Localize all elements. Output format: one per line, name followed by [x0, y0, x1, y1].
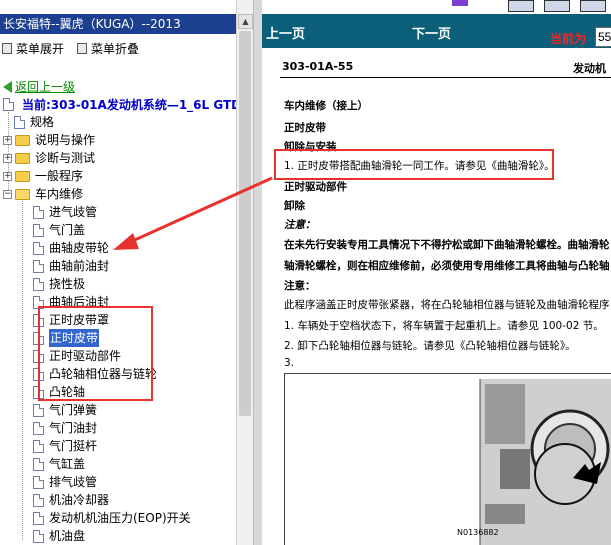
tree-item-child[interactable]: 机油冷却器	[33, 491, 109, 509]
tree-item-child[interactable]: 挠性极	[33, 275, 85, 293]
tree-item-child[interactable]: 排气歧管	[33, 473, 97, 491]
document-icon	[33, 223, 44, 237]
purple-marker-icon	[452, 0, 468, 6]
tree-item-child[interactable]: 气门挺杆	[33, 437, 97, 455]
tree-item-child[interactable]: 曲轴皮带轮	[33, 239, 109, 257]
document-icon	[33, 493, 44, 507]
tree-item-child[interactable]: 气门油封	[33, 419, 97, 437]
document-icon	[33, 259, 44, 273]
tree-item-in-vehicle[interactable]: − 车内维修	[3, 185, 83, 203]
annotation-box-tree	[38, 306, 153, 401]
page-navbar: 上一页 下一页 当前为	[262, 14, 611, 48]
current-page-label: 当前为	[550, 32, 587, 46]
tree-item-child[interactable]: 发动机机油压力(EOP)开关	[33, 509, 191, 527]
tree-item-child[interactable]: 气门弹簧	[33, 401, 97, 419]
document-icon	[3, 98, 14, 111]
document-page: 303-01A-55 发动机 车内维修（接上） 正时皮带 卸除与安装 1. 正时…	[262, 48, 611, 545]
document-icon	[33, 421, 44, 435]
window-title: 长安福特--翼虎（KUGA）--2013	[0, 14, 236, 34]
collapse-all-button[interactable]: 菜单折叠	[77, 40, 139, 57]
figure-id: N0136882	[457, 528, 499, 537]
doc-note-text: 此程序涵盖正时皮带张紧器，将在凸轮轴相位器与链轮及曲轴滑轮程序	[284, 299, 610, 311]
page-number-input[interactable]	[595, 27, 611, 47]
tree-toolbar: 菜单展开 菜单折叠	[0, 40, 236, 58]
document-icon	[33, 529, 44, 543]
back-arrow-icon	[3, 80, 12, 93]
expand-icon	[2, 43, 12, 54]
folder-icon	[15, 170, 30, 182]
doc-step: 2. 卸下凸轮轴相位器与链轮。请参见《凸轮轴相位器与链轮》。	[284, 340, 576, 352]
toolbar-button-icon[interactable]	[544, 0, 570, 12]
engine-illustration-icon	[479, 379, 611, 545]
toolbar-button-icon[interactable]	[580, 0, 606, 12]
folder-icon	[15, 134, 30, 146]
doc-section: 发动机	[573, 62, 606, 75]
collapse-toggle-icon[interactable]: −	[3, 189, 12, 199]
current-node: 当前:303-01A发动机系统—1_6L GTDI	[3, 96, 236, 113]
scroll-thumb[interactable]	[239, 31, 251, 416]
tree-item-child[interactable]: 机油盘	[33, 527, 85, 545]
tree-pane: 长安福特--翼虎（KUGA）--2013 菜单展开 菜单折叠 返回上一级 当前:…	[0, 0, 236, 545]
tree-item-child[interactable]: 进气歧管	[33, 203, 97, 221]
doc-caution-text: 轴滑轮螺栓，则在相应维修前，必须使用专用维修工具将曲轴与凸轮轴	[284, 260, 610, 272]
doc-caution-text: 在未先行安装专用工具情况下不得拧松或卸下曲轴滑轮螺栓。曲轴滑轮	[284, 239, 610, 251]
next-page-button[interactable]: 下一页	[412, 23, 451, 42]
tree-item-diagnosis[interactable]: + 诊断与测试	[3, 149, 95, 167]
expand-all-button[interactable]: 菜单展开	[2, 40, 64, 57]
engine-figure: N0136882	[284, 373, 611, 545]
open-folder-icon	[15, 188, 30, 200]
doc-caution-label: 注意：	[284, 219, 316, 231]
tree-item-child[interactable]: 曲轴前油封	[33, 257, 109, 275]
doc-id: 303-01A-55	[282, 60, 354, 73]
toolbar-button-icon[interactable]	[508, 0, 534, 12]
document-icon	[33, 457, 44, 471]
document-icon	[14, 115, 25, 129]
tree-item-general[interactable]: + 一般程序	[3, 167, 83, 185]
back-link[interactable]: 返回上一级	[3, 78, 75, 95]
prev-page-button[interactable]: 上一页	[266, 23, 305, 42]
top-toolbar-strip	[262, 0, 611, 14]
scroll-up-icon[interactable]: ▲	[238, 14, 253, 29]
tree-item-child[interactable]: 气缸盖	[33, 455, 85, 473]
document-icon	[33, 205, 44, 219]
expand-toggle-icon[interactable]: +	[3, 153, 12, 163]
expand-toggle-icon[interactable]: +	[3, 171, 12, 181]
tree-item-description[interactable]: + 说明与操作	[3, 131, 95, 149]
doc-heading: 卸除	[284, 200, 305, 212]
document-icon	[33, 277, 44, 291]
doc-step: 3.	[284, 357, 295, 369]
document-icon	[33, 439, 44, 453]
expand-toggle-icon[interactable]: +	[3, 135, 12, 145]
doc-note-label: 注意：	[284, 280, 316, 292]
tree-scrollbar[interactable]: ▲	[236, 0, 254, 545]
document-icon	[33, 403, 44, 417]
doc-heading: 正时驱动部件	[284, 181, 347, 193]
collapse-icon	[77, 43, 87, 54]
doc-heading: 正时皮带	[284, 122, 326, 134]
document-icon	[33, 475, 44, 489]
header-rule	[280, 77, 611, 78]
document-icon	[33, 511, 44, 525]
content-pane: 上一页 下一页 当前为 303-01A-55 发动机 车内维修（接上） 正时皮带…	[262, 0, 611, 545]
doc-heading: 车内维修（接上）	[284, 100, 368, 112]
tree-item-child[interactable]: 气门盖	[33, 221, 85, 239]
document-icon	[33, 241, 44, 255]
annotation-box-step	[274, 149, 554, 180]
folder-icon	[15, 152, 30, 164]
doc-step: 1. 车辆处于空档状态下，将车辆置于起重机上。请参见 100-02 节。	[284, 320, 604, 332]
tree-item-spec[interactable]: 规格	[14, 113, 54, 131]
